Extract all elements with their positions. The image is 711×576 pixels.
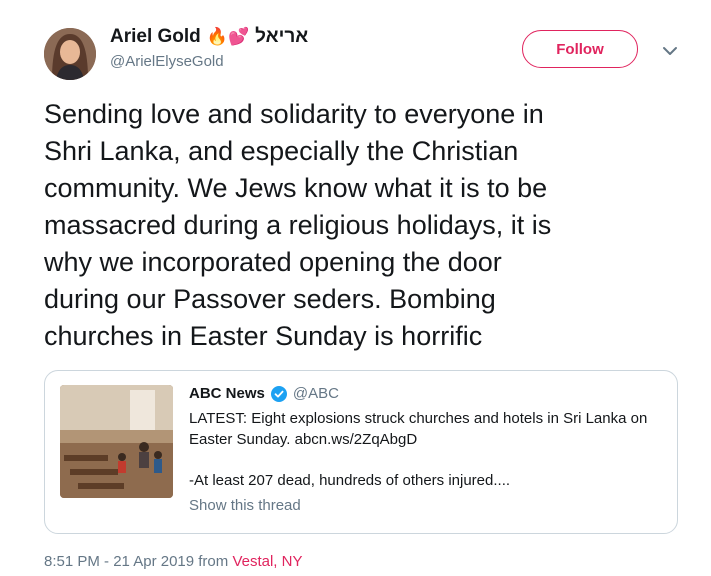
tweet-line: Sending love and solidarity to everyone … [44, 99, 544, 129]
tweet-metadata: 8:51 PM - 21 Apr 2019 from Vestal, NY [44, 553, 302, 570]
author-avatar[interactable] [44, 28, 96, 80]
author-hebrew-name: אריאל [255, 26, 309, 47]
author-block: Ariel Gold 🔥💕 אריאל @ArielElyseGold [110, 26, 308, 70]
author-name[interactable]: Ariel Gold [110, 26, 201, 48]
chevron-down-icon[interactable] [660, 44, 680, 58]
tweet-line: why we incorporated opening the door [44, 247, 502, 277]
quoted-author-name[interactable]: ABC News [189, 385, 265, 402]
show-thread-link[interactable]: Show this thread [189, 497, 669, 514]
author-handle[interactable]: @ArielElyseGold [110, 53, 308, 70]
tweet-line: churches in Easter Sunday is horrific [44, 321, 483, 351]
quoted-line: -At least 207 dead, hundreds of others i… [189, 472, 511, 489]
tweet-location-link[interactable]: Vestal, NY [232, 553, 302, 570]
tweet-line: community. We Jews know what it is to be [44, 173, 548, 203]
tweet-line: Shri Lanka, and especially the Christian [44, 136, 519, 166]
quoted-line: LATEST: Eight explosions struck churches… [189, 410, 648, 427]
quoted-line: Easter Sunday. abcn.ws/2ZqAbgD [189, 431, 418, 448]
tweet-timestamp[interactable]: 8:51 PM - 21 Apr 2019 from [44, 553, 232, 570]
tweet-line: massacred during a religious holidays, i… [44, 210, 552, 240]
quoted-tweet-text: LATEST: Eight explosions struck churches… [189, 408, 669, 491]
follow-button[interactable]: Follow [522, 30, 638, 68]
tweet-line: during our Passover seders. Bombing [44, 284, 496, 314]
quoted-author-handle[interactable]: @ABC [293, 385, 339, 402]
quoted-tweet-thumbnail [60, 385, 173, 498]
tweet-text: Sending love and solidarity to everyone … [44, 96, 674, 355]
fire-heart-emoji: 🔥💕 [206, 27, 250, 46]
avatar-image [44, 28, 96, 80]
quoted-tweet-card[interactable]: ABC News @ABC LATEST: Eight explosions s… [44, 370, 678, 534]
verified-badge-icon [270, 385, 287, 402]
church-damage-image [60, 385, 173, 498]
